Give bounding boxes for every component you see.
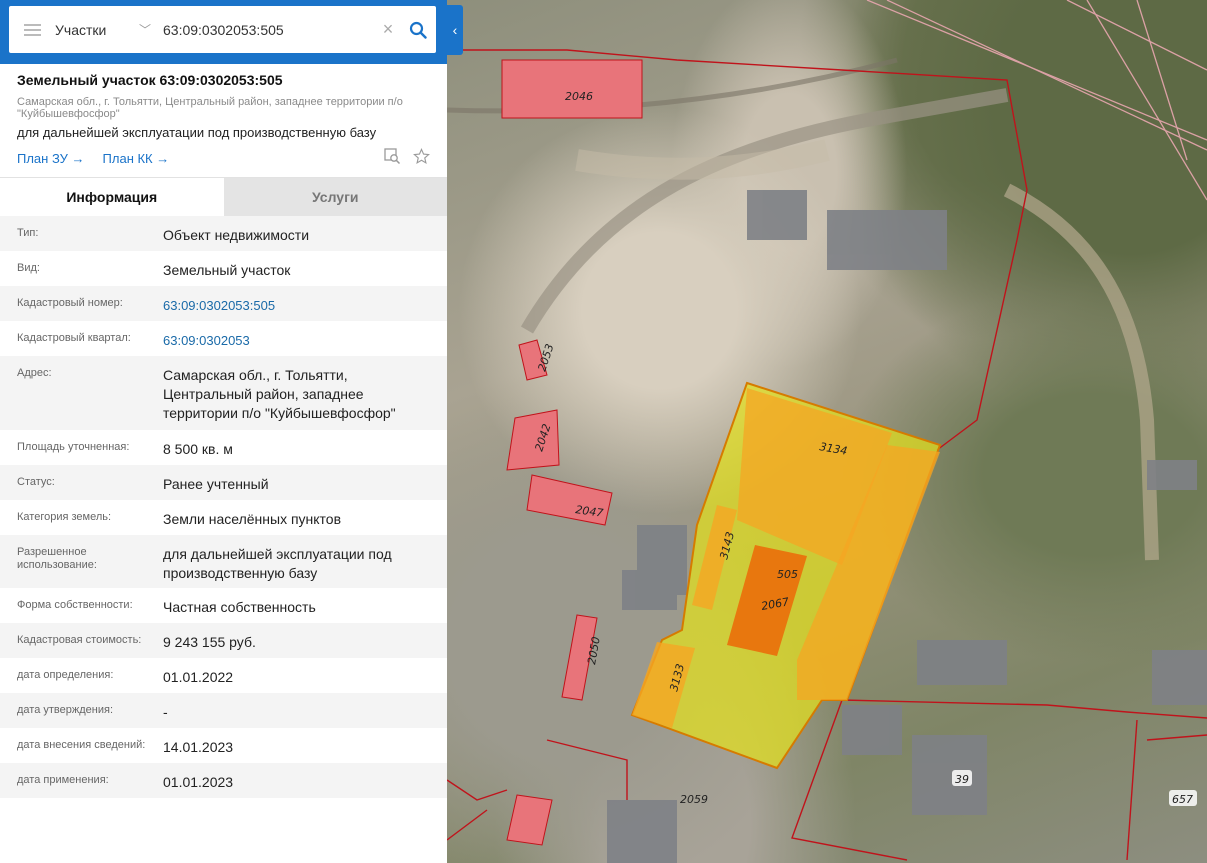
layer-select-value: Участки bbox=[55, 21, 107, 38]
info-row: Адрес: Самарская обл., г. Тольятти, Цент… bbox=[0, 356, 447, 430]
info-row: Кадастровый квартал: 63:09:0302053 bbox=[0, 321, 447, 356]
layer-select[interactable]: Участки ﹀ bbox=[55, 21, 159, 38]
info-label: Адрес: bbox=[17, 367, 52, 379]
tab-bar: Информация Услуги bbox=[0, 177, 447, 216]
building-small[interactable] bbox=[506, 794, 553, 846]
hamburger-menu-icon[interactable] bbox=[9, 6, 55, 53]
info-label: Вид: bbox=[17, 262, 40, 274]
tab-services[interactable]: Услуги bbox=[223, 178, 447, 216]
search-box: Участки ﹀ × bbox=[9, 6, 436, 53]
info-value: 8 500 кв. м bbox=[163, 441, 233, 457]
info-row: Площадь уточненная: 8 500 кв. м bbox=[0, 430, 447, 465]
info-table: Тип: Объект недвижимости Вид: Земельный … bbox=[0, 216, 447, 798]
info-value: 14.01.2023 bbox=[163, 739, 234, 755]
info-value: Ранее учтенный bbox=[163, 476, 269, 492]
object-header: Земельный участок 63:09:0302053:505 Сама… bbox=[0, 64, 447, 177]
info-label: дата применения: bbox=[17, 774, 109, 786]
info-value: 01.01.2023 bbox=[163, 774, 234, 790]
chevron-down-icon: ﹀ bbox=[138, 23, 151, 37]
info-value: для дальнейшей эксплуатации под производ… bbox=[163, 546, 392, 581]
cadastral-quarter-link[interactable]: 63:09:0302053 bbox=[163, 321, 447, 356]
star-icon[interactable] bbox=[413, 148, 430, 168]
info-value: Объект недвижимости bbox=[163, 227, 310, 243]
info-label: Статус: bbox=[17, 476, 55, 488]
info-row: дата утверждения: - bbox=[0, 693, 447, 728]
plan-zu-link[interactable]: План ЗУ → bbox=[17, 151, 85, 166]
info-row: Категория земель: Земли населённых пункт… bbox=[0, 500, 447, 535]
object-use: для дальнейшей эксплуатации под производ… bbox=[17, 125, 377, 140]
info-label: Площадь уточненная: bbox=[17, 441, 130, 453]
search-input[interactable] bbox=[159, 9, 376, 50]
info-label: Разрешенное использование: bbox=[17, 546, 97, 571]
map-overlay: 2046 2053 2042 2047 2050 3134 3143 505 2… bbox=[447, 0, 1207, 863]
svg-text:657: 657 bbox=[1172, 793, 1193, 806]
info-value: Земельный участок bbox=[163, 262, 291, 278]
svg-text:2046: 2046 bbox=[565, 90, 593, 103]
info-row: дата внесения сведений: 14.01.2023 bbox=[0, 728, 447, 763]
info-row: Кадастровый номер: 63:09:0302053:505 bbox=[0, 286, 447, 321]
info-row: Форма собственности: Частная собственнос… bbox=[0, 588, 447, 623]
info-value: Земли населённых пунктов bbox=[163, 511, 342, 527]
svg-text:2059: 2059 bbox=[680, 793, 708, 806]
collapse-panel-button[interactable]: ‹ bbox=[447, 5, 463, 55]
info-label: дата внесения сведений: bbox=[17, 739, 146, 751]
info-label: Кадастровый квартал: bbox=[17, 332, 131, 344]
info-value: 9 243 155 руб. bbox=[163, 634, 256, 650]
close-icon[interactable]: × bbox=[376, 19, 400, 40]
object-address: Самарская обл., г. Тольятти, Центральный… bbox=[17, 96, 403, 120]
info-value: - bbox=[163, 704, 168, 720]
search-icon[interactable] bbox=[400, 6, 436, 53]
info-row: дата определения: 01.01.2022 bbox=[0, 658, 447, 693]
tab-info[interactable]: Информация bbox=[0, 178, 224, 216]
zoom-to-object-icon[interactable] bbox=[384, 148, 401, 168]
info-value: Самарская обл., г. Тольятти, Центральный… bbox=[163, 367, 396, 421]
info-label: дата определения: bbox=[17, 669, 114, 681]
info-row: Разрешенное использование: для дальнейше… bbox=[0, 535, 447, 588]
info-label: Кадастровая стоимость: bbox=[17, 634, 142, 646]
info-value: 01.01.2022 bbox=[163, 669, 234, 685]
info-label: Форма собственности: bbox=[17, 599, 133, 611]
info-label: Категория земель: bbox=[17, 511, 112, 523]
info-label: дата утверждения: bbox=[17, 704, 114, 716]
info-value: Частная собственность bbox=[163, 599, 316, 615]
info-row: Статус: Ранее учтенный bbox=[0, 465, 447, 500]
plan-kk-link[interactable]: План КК → bbox=[103, 151, 170, 166]
svg-text:39: 39 bbox=[955, 773, 969, 786]
object-title: Земельный участок 63:09:0302053:505 bbox=[17, 72, 283, 88]
svg-text:505: 505 bbox=[777, 568, 798, 581]
cadastral-number-link[interactable]: 63:09:0302053:505 bbox=[163, 286, 447, 321]
building-2042[interactable] bbox=[506, 409, 560, 471]
info-row: дата применения: 01.01.2023 bbox=[0, 763, 447, 798]
search-bar: Участки ﹀ × bbox=[0, 0, 447, 64]
building-2046[interactable] bbox=[501, 59, 643, 119]
info-row: Вид: Земельный участок bbox=[0, 251, 447, 286]
map-view[interactable]: 2046 2053 2042 2047 2050 3134 3143 505 2… bbox=[447, 0, 1207, 863]
info-panel: Участки ﹀ × Земельный участок 63:09:0302… bbox=[0, 0, 447, 863]
info-row: Кадастровая стоимость: 9 243 155 руб. bbox=[0, 623, 447, 658]
info-label: Кадастровый номер: bbox=[17, 297, 123, 309]
info-label: Тип: bbox=[17, 227, 39, 239]
info-row: Тип: Объект недвижимости bbox=[0, 216, 447, 251]
